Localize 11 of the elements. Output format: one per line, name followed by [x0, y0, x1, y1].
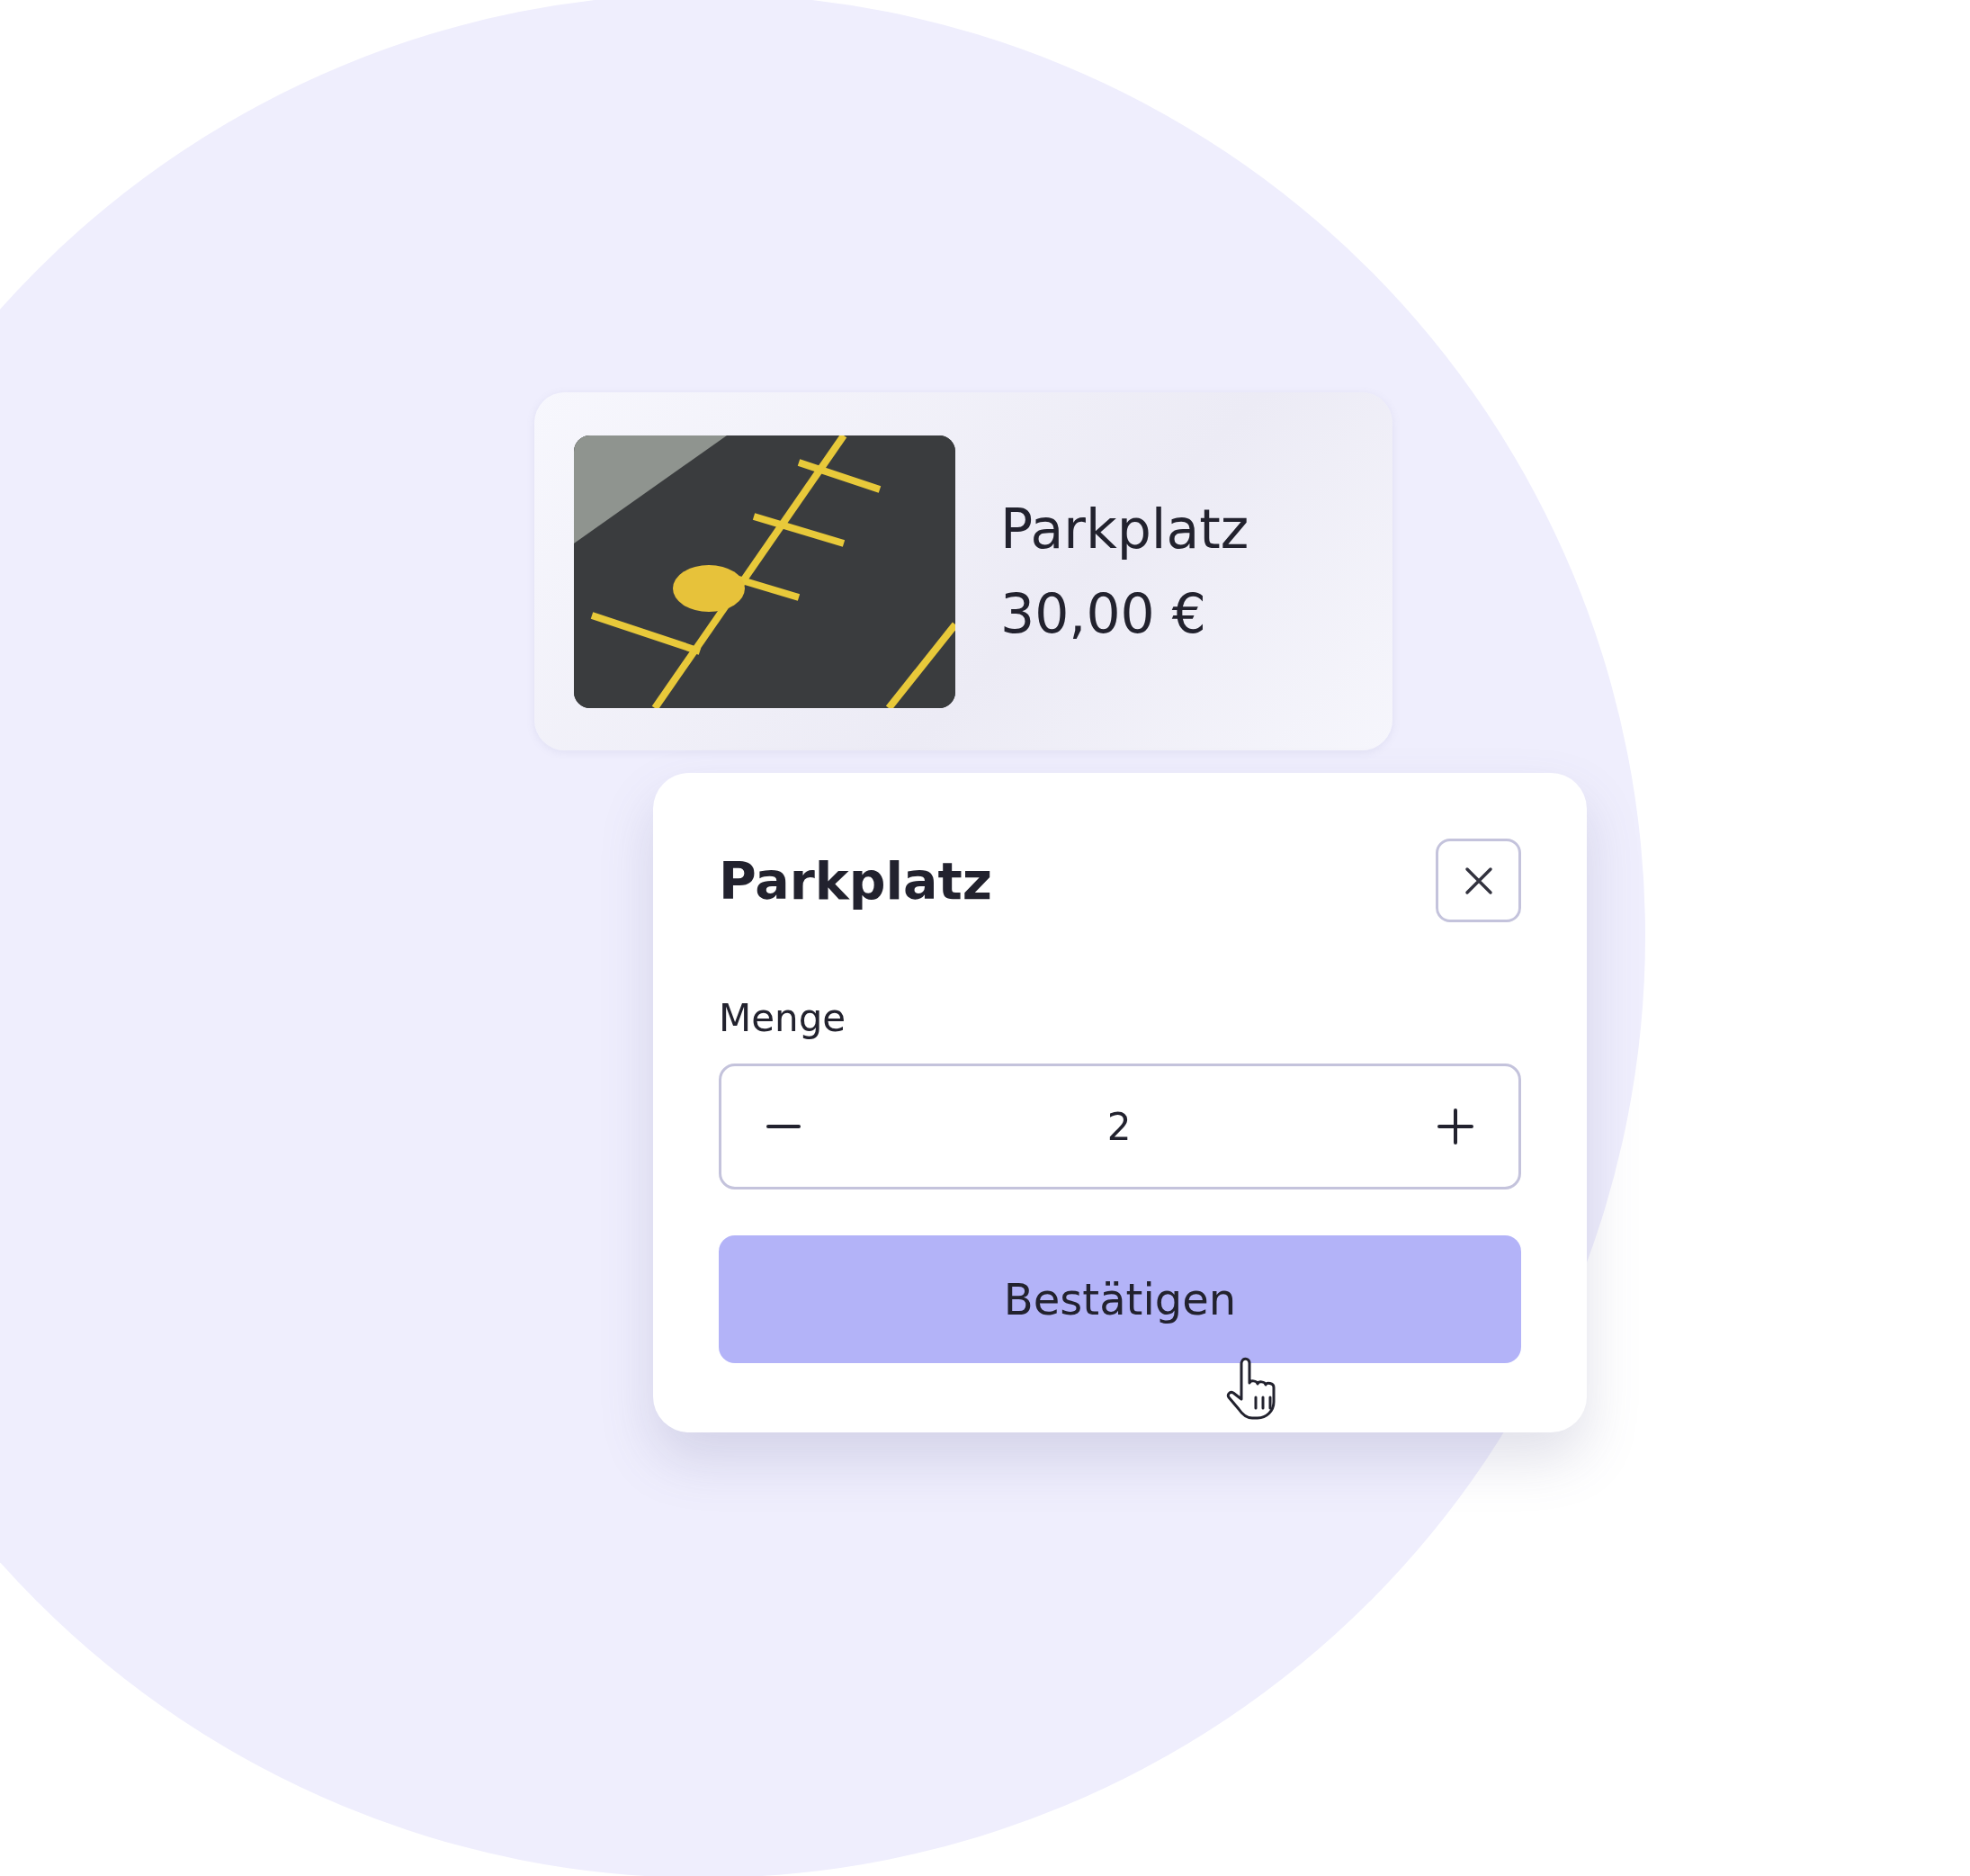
dialog-title: Parkplatz: [719, 850, 992, 911]
close-icon: [1464, 866, 1493, 895]
quantity-label: Menge: [719, 996, 847, 1040]
quantity-stepper[interactable]: 2: [719, 1064, 1521, 1189]
product-price: 30,00 €: [1000, 584, 1207, 643]
quantity-field[interactable]: 2: [1063, 1103, 1175, 1150]
close-button[interactable]: [1436, 839, 1521, 922]
plus-icon: [1437, 1109, 1473, 1144]
confirm-button[interactable]: Bestätigen: [719, 1235, 1521, 1363]
product-title: Parkplatz: [1000, 499, 1249, 559]
minus-icon: [766, 1124, 801, 1129]
